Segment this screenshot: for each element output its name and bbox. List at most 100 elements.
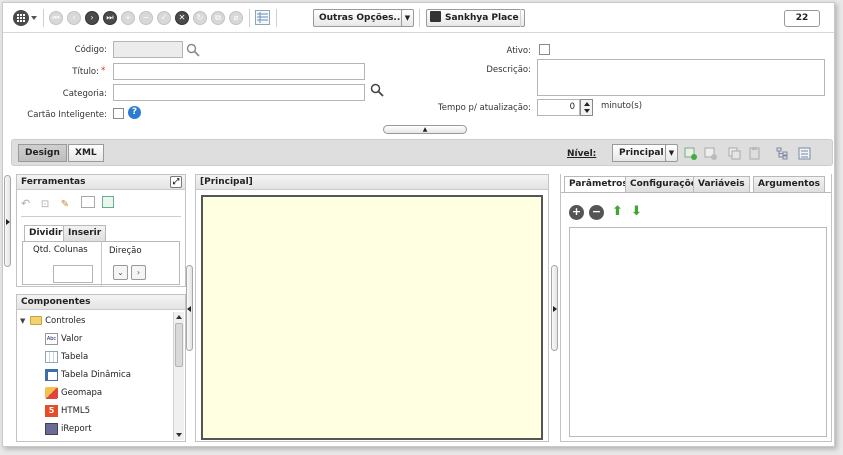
brush-icon[interactable]: ✎ <box>61 199 75 213</box>
copy-icon[interactable]: ⧉ <box>211 11 225 25</box>
tree-item-ireport[interactable]: iReport <box>45 421 92 437</box>
tab-variaveis[interactable]: Variáveis <box>693 176 750 192</box>
properties-icon[interactable] <box>798 147 811 160</box>
grid-view-icon[interactable] <box>255 10 270 25</box>
tree-item-tabela-dinamica[interactable]: Tabela Dinâmica <box>45 367 131 383</box>
expand-arrow-icon[interactable]: ▼ <box>20 317 25 325</box>
table-icon <box>45 350 58 363</box>
tree-root-controles[interactable]: ▼ Controles <box>20 313 85 329</box>
componentes-title: Componentes <box>21 297 91 307</box>
scroll-up-icon[interactable] <box>176 315 182 319</box>
add-level-icon[interactable] <box>684 147 697 160</box>
stepper-up-icon[interactable] <box>584 102 590 106</box>
tree-structure-icon[interactable] <box>776 147 789 160</box>
add-icon[interactable]: + <box>121 11 135 25</box>
report-icon <box>45 422 58 435</box>
previous-record-icon[interactable]: ‹ <box>67 11 81 25</box>
scroll-down-icon[interactable] <box>176 433 182 437</box>
attach-icon[interactable]: ⌀ <box>229 11 243 25</box>
toolbar-separator <box>249 9 250 27</box>
tree-item-tabela[interactable]: Tabela <box>45 349 88 365</box>
paste-icon[interactable] <box>748 147 761 160</box>
last-record-icon[interactable]: ⏭ <box>103 11 117 25</box>
confirm-icon[interactable]: ✓ <box>157 11 171 25</box>
tab-design[interactable]: Design <box>18 144 67 162</box>
tempo-atualizacao-field[interactable]: 0 <box>537 99 580 116</box>
ativo-checkbox[interactable] <box>539 44 550 55</box>
remove-icon[interactable]: − <box>139 11 153 25</box>
first-record-icon[interactable]: ⏮ <box>49 11 63 25</box>
principal-panel: [Principal] <box>195 174 549 442</box>
frame-icon[interactable] <box>80 196 95 208</box>
chevron-down-icon[interactable] <box>31 16 37 20</box>
folder-icon <box>30 316 43 325</box>
center-left-grip[interactable] <box>186 265 193 351</box>
sankhya-place-button[interactable]: Sankhya Place <box>426 9 525 27</box>
cartao-inteligente-checkbox[interactable] <box>113 108 124 119</box>
html5-icon: 5 <box>45 404 58 417</box>
collapse-left-icon <box>187 306 191 312</box>
tab-dividir[interactable]: Dividir <box>24 225 68 242</box>
stepper-down-icon[interactable] <box>584 109 590 113</box>
nivel-label: Nível: <box>567 149 597 159</box>
outras-opcoes-button[interactable]: Outras Opções... <box>313 9 410 27</box>
tree-item-label: Geomapa <box>61 388 103 398</box>
toolbar-separator <box>43 9 44 27</box>
nivel-dropdown[interactable]: ▼ <box>665 144 678 162</box>
tab-parametros[interactable]: Parâmetros <box>564 176 633 193</box>
copy-icon[interactable] <box>728 147 741 160</box>
scroll-thumb[interactable] <box>175 323 183 367</box>
remove-parameter-icon[interactable]: − <box>589 205 604 220</box>
notification-counter[interactable]: 22 <box>784 10 820 27</box>
toolbar-separator <box>276 9 277 27</box>
direction-vertical-icon[interactable]: ⌄ <box>113 265 128 280</box>
table-icon[interactable] <box>101 196 114 208</box>
ferramentas-icons: ↶ ⊡ ✎ <box>21 196 114 213</box>
qtd-colunas-input[interactable] <box>53 265 93 283</box>
toolbar-separator <box>520 9 521 27</box>
tab-xml[interactable]: XML <box>68 144 104 162</box>
descricao-label: Descrição: <box>486 65 531 75</box>
cancel-icon[interactable]: ✕ <box>175 11 189 25</box>
tree-item-label: Valor <box>61 334 83 344</box>
tree-item-geomapa[interactable]: Geomapa <box>45 385 102 401</box>
required-mark: * <box>101 66 106 76</box>
next-record-icon[interactable]: › <box>85 11 99 25</box>
parametros-list[interactable] <box>569 227 827 437</box>
scrollbar[interactable] <box>173 312 184 440</box>
toolbar-separator <box>419 9 420 27</box>
grid-menu-icon[interactable] <box>13 10 29 26</box>
center-right-grip[interactable] <box>551 265 558 351</box>
search-icon[interactable] <box>186 43 200 57</box>
search-icon[interactable] <box>370 83 384 97</box>
qtd-colunas-label: Qtd. Colunas <box>33 245 88 255</box>
collapse-icon[interactable]: ⤢ <box>170 176 182 188</box>
tab-argumentos[interactable]: Argumentos <box>753 176 825 192</box>
lock-icon[interactable]: ⊡ <box>41 199 55 213</box>
move-up-icon[interactable]: ⬆ <box>612 204 623 219</box>
refresh-icon[interactable]: ↻ <box>193 11 207 25</box>
titulo-field[interactable] <box>113 63 365 80</box>
tab-inserir[interactable]: Inserir <box>63 225 107 241</box>
help-icon[interactable]: ? <box>128 106 141 119</box>
tree-item-valor[interactable]: Abc Valor <box>45 331 82 347</box>
move-down-icon[interactable]: ⬇ <box>631 204 642 219</box>
undo-icon[interactable]: ↶ <box>21 197 35 211</box>
categoria-field[interactable] <box>113 84 365 101</box>
divider <box>21 216 181 217</box>
collapse-form-handle[interactable]: ▲ <box>383 125 467 134</box>
direction-horizontal-icon[interactable]: › <box>131 265 146 280</box>
codigo-field[interactable] <box>113 41 183 58</box>
descricao-field[interactable] <box>537 59 825 96</box>
nivel-select[interactable]: Principal <box>612 144 671 162</box>
design-canvas[interactable] <box>201 195 543 440</box>
outras-opcoes-dropdown[interactable]: ▼ <box>401 9 414 27</box>
tree-root-label: Controles <box>45 316 86 326</box>
left-panel-grip[interactable] <box>4 175 11 267</box>
tempo-stepper[interactable] <box>580 99 593 116</box>
direcao-label: Direção <box>109 246 142 256</box>
add-parameter-icon[interactable]: + <box>569 205 584 220</box>
tree-item-html5[interactable]: 5 HTML5 <box>45 403 90 419</box>
tree-item-label: Tabela Dinâmica <box>61 370 131 380</box>
remove-level-icon[interactable] <box>704 147 717 160</box>
